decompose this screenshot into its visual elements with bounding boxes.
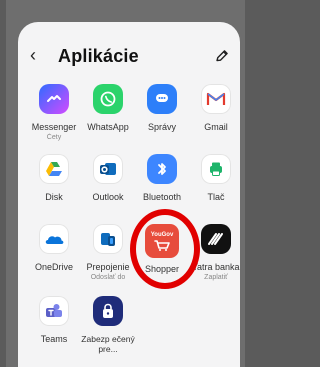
- secure-folder-icon: [93, 296, 123, 326]
- app-label: Zabezp ečený pre...: [80, 334, 136, 354]
- app-bluetooth[interactable]: Bluetooth: [134, 154, 190, 203]
- sheet-header: ‹ Aplikácie: [18, 22, 240, 82]
- messenger-icon: [39, 84, 69, 114]
- app-messenger[interactable]: Messenger Čety: [26, 84, 82, 142]
- app-label: Bluetooth: [142, 192, 182, 202]
- app-label: Prepojenie: [86, 262, 130, 272]
- app-label: Outlook: [92, 192, 124, 202]
- app-prepojenie[interactable]: Prepojenie Odoslať do: [80, 224, 136, 282]
- onedrive-icon: [39, 224, 69, 254]
- tatra-banka-icon: [201, 224, 231, 254]
- whatsapp-icon: [93, 84, 123, 114]
- gmail-icon: [201, 84, 231, 114]
- app-disk[interactable]: Disk: [26, 154, 82, 203]
- app-whatsapp[interactable]: WhatsApp: [80, 84, 136, 133]
- drive-icon: [39, 154, 69, 184]
- phone-link-icon: [93, 224, 123, 254]
- app-spravy[interactable]: Správy: [134, 84, 190, 133]
- back-arrow-icon[interactable]: ‹: [30, 46, 48, 64]
- edit-icon[interactable]: [214, 48, 230, 64]
- app-label: WhatsApp: [87, 122, 129, 132]
- app-label: OneDrive: [34, 262, 73, 272]
- app-label: Tlač: [207, 192, 225, 202]
- app-label-text: Zabezp ečený pre...: [81, 334, 135, 354]
- app-outlook[interactable]: Outlook: [80, 154, 136, 203]
- teams-icon: [39, 296, 69, 326]
- print-icon: [201, 154, 231, 184]
- outlook-icon: [93, 154, 123, 184]
- app-label: Disk: [45, 192, 63, 202]
- app-zabezpeceny-priecinok[interactable]: Zabezp ečený pre...: [80, 296, 136, 354]
- app-sublabel: Odoslať do: [90, 274, 126, 281]
- app-sublabel: Zaplatiť: [204, 274, 228, 281]
- page-title: Aplikácie: [58, 46, 139, 66]
- messages-icon: [147, 84, 177, 114]
- app-label: Gmail: [204, 122, 228, 132]
- app-onedrive[interactable]: OneDrive: [26, 224, 82, 273]
- app-sublabel: Čety: [46, 134, 62, 141]
- app-label: Messenger: [31, 122, 77, 132]
- app-label: Teams: [40, 334, 68, 344]
- app-label: Správy: [147, 122, 176, 132]
- share-sheet: ‹ Aplikácie Messenger Čety WhatsApp Sprá…: [18, 22, 240, 367]
- highlight-circle: [130, 209, 200, 289]
- app-tlac[interactable]: Tlač: [188, 154, 240, 203]
- app-teams[interactable]: Teams: [26, 296, 82, 345]
- bluetooth-icon: [147, 154, 177, 184]
- app-gmail[interactable]: Gmail: [188, 84, 240, 133]
